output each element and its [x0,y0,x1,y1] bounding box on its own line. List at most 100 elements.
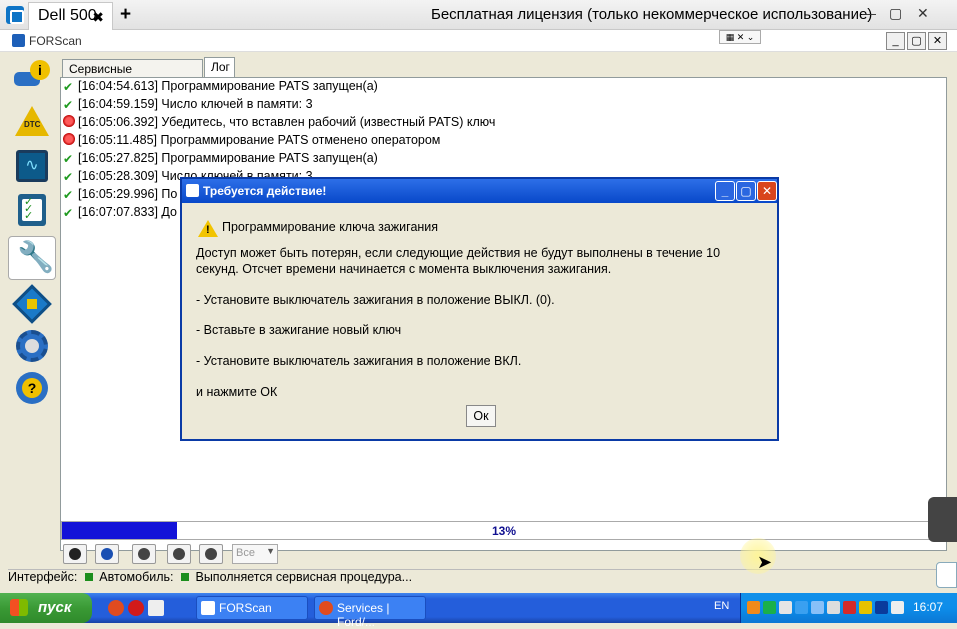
tray-icon[interactable] [811,601,824,614]
windows-logo-icon [10,599,28,616]
taskbar: пуск FORScan Services | Ford/... EN 16:0… [0,593,957,629]
log-row: ✔ [16:05:29.996] По [63,187,178,202]
maximize-button[interactable]: ▢ [907,32,926,50]
remote-control-mini-toolbar[interactable]: ▦ ✕ ⌄ [719,30,761,44]
dialog-step: - Установите выключатель зажигания в пол… [196,354,522,368]
settings-button[interactable] [132,544,156,564]
forscan-titlebar: FORScan ▦ ✕ ⌄ _ ▢ ✕ [0,30,957,52]
teamviewer-side-panel-handle[interactable] [928,497,957,542]
tab-dell-500[interactable]: Dell 500 ✖ [28,2,113,30]
tray-icon[interactable] [747,601,760,614]
tray-icon[interactable] [763,601,776,614]
dialog-title: Требуется действие! [203,184,327,198]
clock[interactable]: 16:07 [913,600,943,614]
error-icon [63,133,75,145]
minimize-button[interactable]: — [862,5,876,21]
status-text: Выполняется сервисная процедура... [195,570,413,584]
vehicle-label: Автомобиль: [99,570,174,584]
license-text: Бесплатная лицензия (только некоммерческ… [431,6,873,23]
log-row: ✔ [16:05:27.825] Программирование PATS за… [63,151,378,166]
chrome-icon[interactable] [108,600,124,616]
dialog-step: - Вставьте в зажигание новый ключ [196,323,402,337]
checkmark-icon: ✔ [63,98,74,112]
interface-status-indicator [84,573,93,581]
oscilloscope-icon: ∿ [16,150,48,182]
status-bar: Интерфейс: Автомобиль: Выполняется серви… [8,569,949,589]
log-row: [16:05:11.485] Программирование PATS отм… [63,133,440,151]
progress-bar: 13% [61,521,947,540]
sidebar-item-configuration[interactable] [12,284,52,324]
sidebar-item-vehicle-info[interactable]: i [12,58,52,96]
sidebar-item-tests[interactable]: ✓ ✓ ✓ [12,192,52,230]
minimize-button[interactable]: _ [715,181,735,201]
chevron-down-icon: ▼ [266,546,275,556]
forscan-app-icon [12,34,25,47]
tray-icon[interactable] [859,601,872,614]
checkmark-icon: ✔ [63,206,74,220]
dialog-titlebar: Требуется действие! _ ▢ ✕ [182,179,777,203]
stop-button[interactable] [95,544,119,564]
tray-icon[interactable] [779,601,792,614]
restore-button[interactable]: ▢ [889,5,902,22]
volume-icon[interactable] [891,601,904,614]
teamviewer-chat-icon[interactable] [936,562,957,588]
bluetooth-icon[interactable] [875,601,888,614]
log-row: ✔ [16:04:54.613] Программирование PATS за… [63,79,378,94]
error-icon [63,115,75,127]
sidebar-item-service[interactable]: 🔧 [8,236,56,280]
sidebar-item-settings[interactable] [12,328,52,366]
opera-icon[interactable] [128,600,144,616]
window-title: FORScan [29,34,82,48]
dialog-heading: Программирование ключа зажигания [222,220,439,234]
teamviewer-logo-icon [6,6,24,24]
minimize-button[interactable]: _ [886,32,905,50]
tray-icon[interactable] [843,601,856,614]
sidebar-item-dtc[interactable]: DTC [12,104,52,142]
chrome-icon [319,601,333,615]
vehicle-status-indicator [181,573,189,581]
system-tray: 16:07 [740,593,957,623]
show-desktop-icon[interactable] [148,600,164,616]
run-button[interactable] [63,544,87,564]
tab-log[interactable]: Лог [204,57,235,78]
forscan-app-icon [186,184,199,197]
ok-button[interactable]: Ок [466,405,496,427]
save-button[interactable] [199,544,223,564]
checkmark-icon: ✔ [63,152,74,166]
close-button[interactable]: ✕ [757,181,777,201]
interface-label: Интерфейс: [8,570,78,584]
close-button[interactable]: ✕ [917,5,929,22]
action-required-dialog: Требуется действие! _ ▢ ✕ ! Программиров… [180,177,779,441]
maximize-button[interactable]: ▢ [736,181,756,201]
tray-icon[interactable] [827,601,840,614]
sidebar-item-oscilloscope[interactable]: ∿ [12,148,52,186]
clear-log-button[interactable] [167,544,191,564]
close-icon[interactable]: ✖ [92,9,104,26]
start-button[interactable]: пуск [0,593,92,623]
add-tab-button[interactable]: + [120,4,131,26]
sidebar-toolbar: i DTC ∿ ✓ ✓ ✓ 🔧 ? [8,54,56,534]
log-row: ✔ [16:04:59.159] Число ключей в памяти: 3 [63,97,313,112]
teamviewer-toolbar: Dell 500 ✖ + Бесплатная лицензия (только… [0,0,957,30]
forscan-app-icon [201,601,215,615]
checkmark-icon: ✔ [63,188,74,202]
checkmark-icon: ✔ [63,80,74,94]
dialog-step: - Установите выключатель зажигания в пол… [196,293,555,307]
taskbar-item-browser[interactable]: Services | Ford/... [314,596,426,629]
close-button[interactable]: ✕ [928,32,947,50]
log-filter-select[interactable]: Все ▼ [232,544,278,564]
tab-label: Dell 500 [38,7,97,24]
dialog-prompt: и нажмите ОК [196,385,278,399]
sidebar-item-help[interactable]: ? [12,370,52,408]
progress-label: 13% [491,524,517,538]
tab-service-procedures[interactable]: Сервисные процедуры [62,59,203,90]
wrench-icon: 🔧 [17,241,55,274]
dialog-paragraph: Доступ может быть потерян, если следующи… [196,246,721,276]
filter-value: Все [236,547,255,559]
taskbar-item-forscan[interactable]: FORScan [196,596,308,620]
log-row: ✔ [16:07:07.833] До [63,205,177,220]
language-indicator[interactable]: EN [714,600,729,612]
tray-icon[interactable] [795,601,808,614]
log-row: [16:05:06.392] Убедитесь, что вставлен р… [63,115,495,133]
mouse-cursor-icon: ➤ [757,552,773,572]
